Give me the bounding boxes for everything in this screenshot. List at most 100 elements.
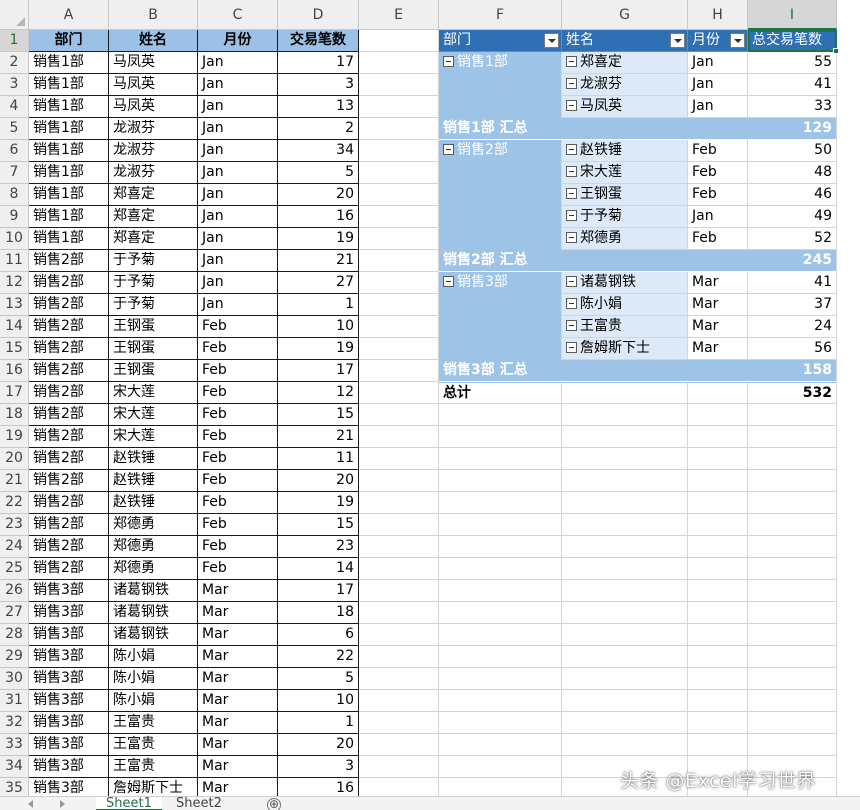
cell[interactable]: [748, 668, 837, 690]
cell[interactable]: [359, 118, 439, 140]
source-data-cell[interactable]: 销售1部: [29, 140, 109, 162]
cell[interactable]: [688, 492, 748, 514]
source-data-cell[interactable]: 销售1部: [29, 206, 109, 228]
pivot-header-cell[interactable]: 月份: [688, 30, 748, 52]
filter-dropdown-icon[interactable]: [730, 33, 745, 48]
pivot-subtotal-label[interactable]: 销售1部 汇总: [439, 118, 562, 140]
cell[interactable]: [562, 448, 688, 470]
source-data-cell[interactable]: 王钢蛋: [109, 316, 198, 338]
cell[interactable]: [439, 778, 562, 796]
source-data-cell[interactable]: 销售2部: [29, 382, 109, 404]
pivot-value-cell[interactable]: 46: [748, 184, 837, 206]
cell[interactable]: [359, 426, 439, 448]
cell[interactable]: [359, 316, 439, 338]
source-data-cell[interactable]: 1: [278, 294, 359, 316]
pivot-subtotal-label[interactable]: 销售2部 汇总: [439, 250, 562, 272]
source-data-cell[interactable]: 销售2部: [29, 250, 109, 272]
filter-dropdown-icon[interactable]: [544, 33, 559, 48]
pivot-name-cell[interactable]: 诸葛钢铁: [562, 272, 688, 294]
pivot-subtotal-value[interactable]: 129: [748, 118, 837, 140]
pivot-name-cell[interactable]: 龙淑芬: [562, 74, 688, 96]
cell[interactable]: [688, 668, 748, 690]
source-data-cell[interactable]: 陈小娟: [109, 646, 198, 668]
row-header-7[interactable]: 7: [0, 162, 29, 184]
cell[interactable]: [748, 558, 837, 580]
pivot-dept-cell[interactable]: 销售1部: [439, 52, 562, 118]
source-data-cell[interactable]: Jan: [198, 140, 278, 162]
cell[interactable]: [359, 52, 439, 74]
source-data-cell[interactable]: 19: [278, 338, 359, 360]
cell[interactable]: [439, 514, 562, 536]
cell[interactable]: [359, 712, 439, 734]
column-header-g[interactable]: G: [562, 0, 688, 30]
cell[interactable]: [748, 690, 837, 712]
cell[interactable]: [748, 734, 837, 756]
row-header-4[interactable]: 4: [0, 96, 29, 118]
cell[interactable]: [688, 404, 748, 426]
cell[interactable]: [359, 514, 439, 536]
source-data-cell[interactable]: 3: [278, 756, 359, 778]
cell[interactable]: [688, 514, 748, 536]
source-data-cell[interactable]: 销售3部: [29, 712, 109, 734]
row-header-12[interactable]: 12: [0, 272, 29, 294]
collapse-icon[interactable]: [443, 143, 454, 155]
source-data-cell[interactable]: 3: [278, 74, 359, 96]
source-data-cell[interactable]: 销售1部: [29, 184, 109, 206]
row-header-11[interactable]: 11: [0, 250, 29, 272]
cell[interactable]: [748, 470, 837, 492]
collapse-icon[interactable]: [566, 341, 577, 353]
source-data-cell[interactable]: 郑德勇: [109, 558, 198, 580]
source-data-cell[interactable]: 赵铁锤: [109, 448, 198, 470]
source-data-cell[interactable]: 21: [278, 426, 359, 448]
source-data-cell[interactable]: 销售1部: [29, 118, 109, 140]
cell[interactable]: [439, 624, 562, 646]
cell[interactable]: [439, 690, 562, 712]
pivot-subtotal-fill[interactable]: [688, 360, 748, 382]
source-data-cell[interactable]: 销售3部: [29, 580, 109, 602]
source-data-cell[interactable]: 销售2部: [29, 448, 109, 470]
source-data-cell[interactable]: 郑喜定: [109, 228, 198, 250]
row-header-16[interactable]: 16: [0, 360, 29, 382]
pivot-month-cell[interactable]: Jan: [688, 74, 748, 96]
row-header-20[interactable]: 20: [0, 448, 29, 470]
scroll-tabs-left-icon[interactable]: [28, 800, 33, 808]
row-header-10[interactable]: 10: [0, 228, 29, 250]
row-header-22[interactable]: 22: [0, 492, 29, 514]
cell[interactable]: [688, 580, 748, 602]
cell[interactable]: [439, 646, 562, 668]
source-data-cell[interactable]: 郑德勇: [109, 514, 198, 536]
spreadsheet-grid[interactable]: A B C D E F G H I 1 2 3 4 5 6 7 8 9 10 11 12 13 14 15 16 17 18 19 20…: [0, 0, 860, 796]
row-header-32[interactable]: 32: [0, 712, 29, 734]
row-header-6[interactable]: 6: [0, 140, 29, 162]
collapse-icon[interactable]: [443, 55, 454, 67]
source-data-cell[interactable]: Mar: [198, 602, 278, 624]
source-data-cell[interactable]: 5: [278, 668, 359, 690]
source-data-cell[interactable]: 马凤英: [109, 52, 198, 74]
source-data-cell[interactable]: 陈小娟: [109, 668, 198, 690]
source-data-cell[interactable]: 20: [278, 184, 359, 206]
pivot-value-cell[interactable]: 55: [748, 52, 837, 74]
pivot-name-cell[interactable]: 宋大莲: [562, 162, 688, 184]
cell[interactable]: [359, 162, 439, 184]
pivot-name-cell[interactable]: 于予菊: [562, 206, 688, 228]
source-data-cell[interactable]: 马凤英: [109, 96, 198, 118]
cell[interactable]: [439, 404, 562, 426]
cell[interactable]: [562, 492, 688, 514]
row-header-25[interactable]: 25: [0, 558, 29, 580]
row-header-15[interactable]: 15: [0, 338, 29, 360]
cell[interactable]: [562, 580, 688, 602]
cell[interactable]: [688, 558, 748, 580]
source-data-cell[interactable]: 销售2部: [29, 514, 109, 536]
source-data-cell[interactable]: Jan: [198, 184, 278, 206]
source-data-cell[interactable]: 17: [278, 580, 359, 602]
cell[interactable]: [439, 426, 562, 448]
source-data-cell[interactable]: 15: [278, 514, 359, 536]
source-data-cell[interactable]: 销售2部: [29, 536, 109, 558]
cell[interactable]: [439, 536, 562, 558]
collapse-icon[interactable]: [566, 319, 577, 331]
cell[interactable]: [688, 712, 748, 734]
sheet-tab-sheet1[interactable]: Sheet1: [96, 797, 162, 810]
source-data-cell[interactable]: Feb: [198, 448, 278, 470]
collapse-icon[interactable]: [566, 231, 577, 243]
cell[interactable]: [359, 690, 439, 712]
